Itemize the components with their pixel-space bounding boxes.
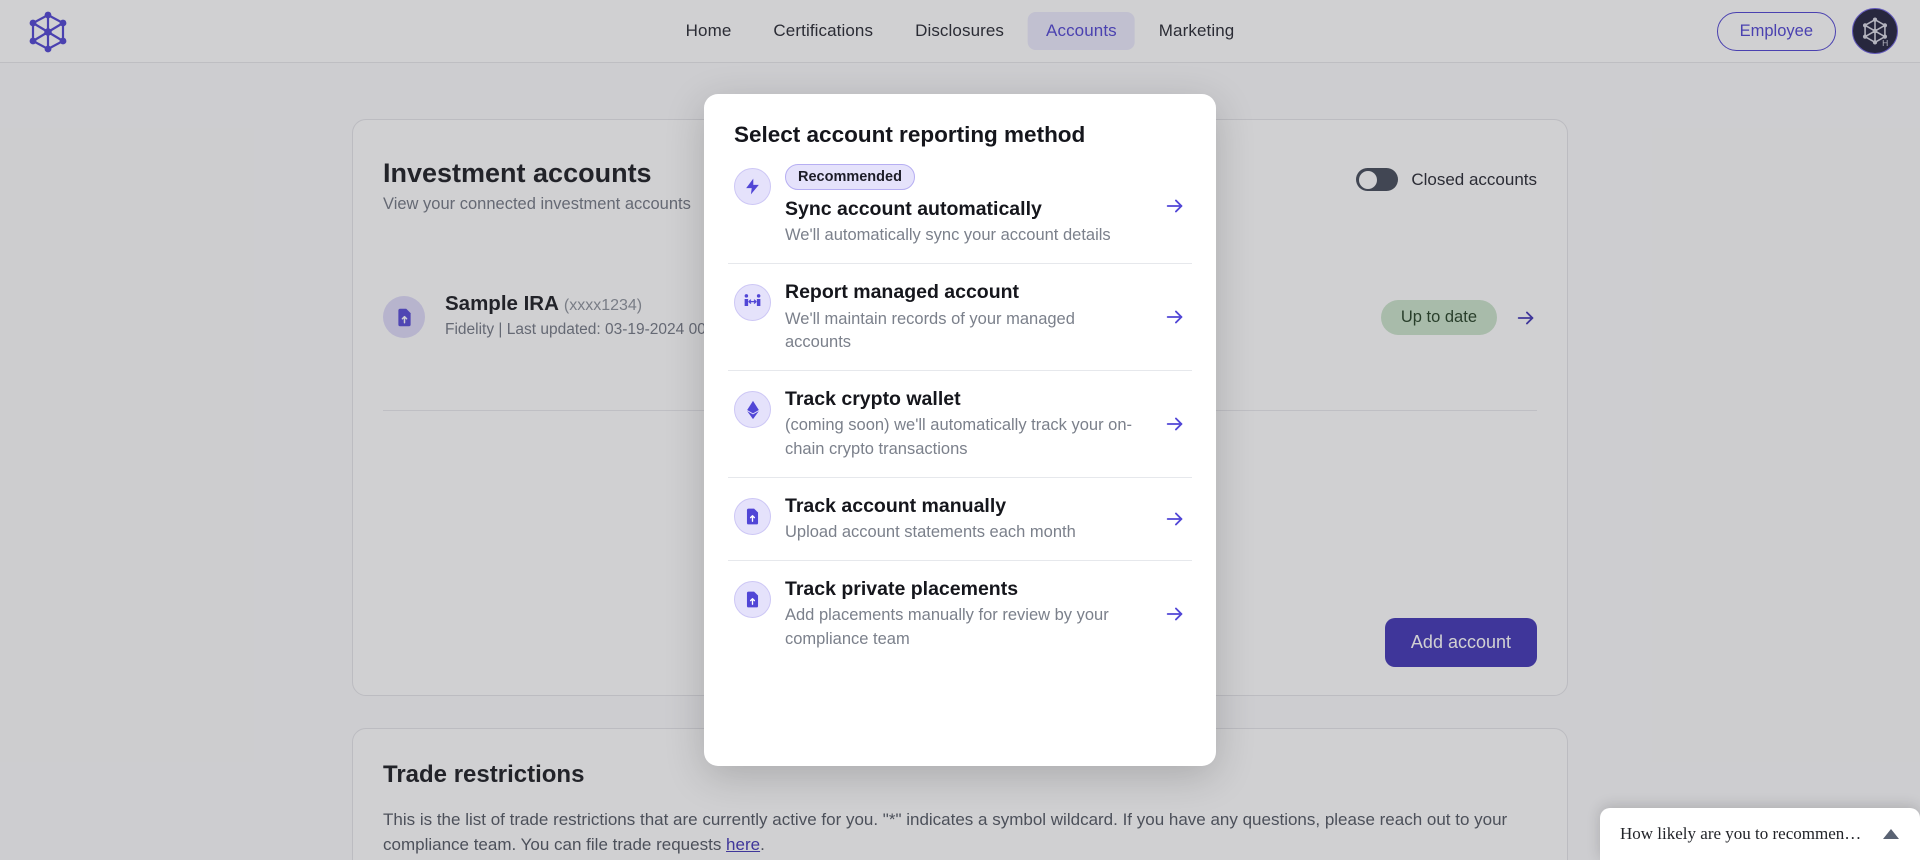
survey-question: How likely are you to recommen… [1620,824,1862,843]
app-root: Home Certifications Disclosures Accounts… [0,0,1920,860]
option-report-managed-account[interactable]: Report managed account We'll maintain re… [728,263,1192,370]
option-description: (coming soon) we'll automatically track … [785,416,1133,458]
option-track-account-manually[interactable]: Track account manually Upload account st… [728,476,1192,560]
option-body: Track crypto wallet (coming soon) we'll … [785,387,1186,461]
option-body: Track private placements Add placements … [785,577,1186,651]
option-title: Track private placements [785,578,1019,601]
option-title: Track crypto wallet [785,388,961,411]
option-title: Track account manually [785,494,1007,517]
arrow-right-icon[interactable] [1164,306,1186,328]
option-description: We'll maintain records of your managed a… [785,309,1075,351]
recommended-badge: Recommended [785,164,915,190]
managed-transfer-icon [734,284,771,322]
select-reporting-method-modal: Select account reporting method Recommen… [704,94,1216,766]
arrow-right-icon[interactable] [1164,195,1186,217]
triangle-up-icon[interactable] [1882,827,1900,841]
document-upload-icon [734,581,771,619]
arrow-right-icon[interactable] [1164,508,1186,530]
option-body: Track account manually Upload account st… [785,494,1186,544]
arrow-right-icon[interactable] [1164,603,1186,625]
option-title: Report managed account [785,281,1020,304]
option-title: Sync account automatically [785,198,1042,220]
option-sync-account-automatically[interactable]: Recommended Sync account automatically W… [728,148,1192,263]
option-description: Upload account statements each month [785,522,1076,541]
document-upload-icon [734,497,771,535]
arrow-right-icon[interactable] [1164,413,1186,435]
option-track-private-placements[interactable]: Track private placements Add placements … [728,560,1192,667]
option-description: We'll automatically sync your account de… [785,226,1111,245]
option-body: Report managed account We'll maintain re… [785,280,1186,354]
modal-title: Select account reporting method [734,122,1086,147]
option-body: Recommended Sync account automatically W… [785,164,1186,247]
option-description: Add placements manually for review by yo… [785,606,1109,648]
ethereum-diamond-icon [734,391,771,429]
option-track-crypto-wallet[interactable]: Track crypto wallet (coming soon) we'll … [728,370,1192,477]
lightning-bolt-icon [734,168,771,205]
survey-widget[interactable]: How likely are you to recommen… [1600,808,1920,860]
